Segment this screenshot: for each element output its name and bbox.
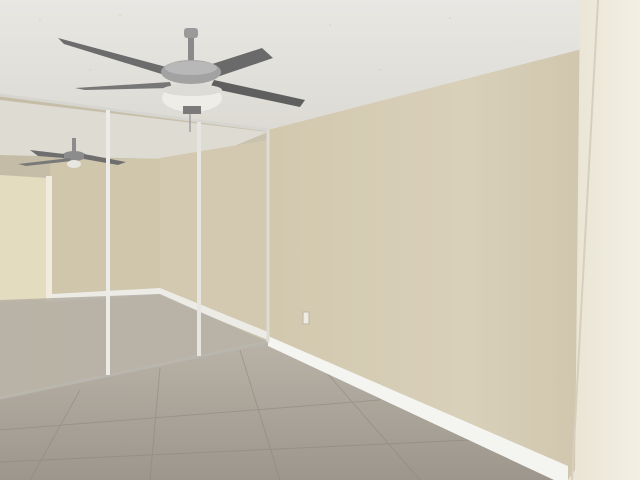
- wall-outlet: [302, 311, 310, 325]
- room-illustration: [0, 0, 640, 480]
- room-photo: [0, 0, 640, 480]
